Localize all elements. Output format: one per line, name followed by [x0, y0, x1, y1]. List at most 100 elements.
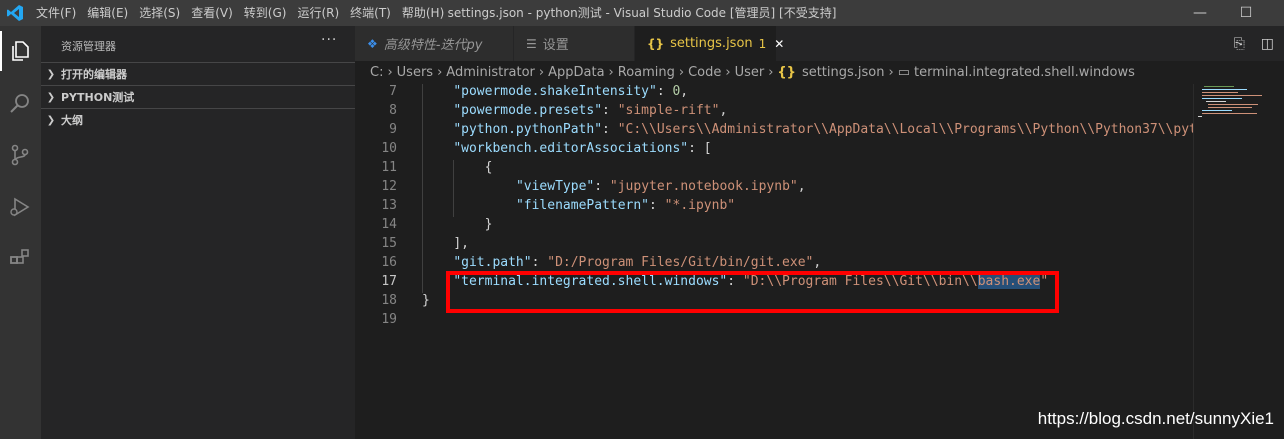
chevron-right-icon: ›	[608, 65, 614, 80]
code-token: ],	[453, 236, 469, 251]
menu-item[interactable]: 选择(S)	[139, 0, 180, 26]
chevron-right-icon: ❯	[46, 114, 56, 126]
menu-item[interactable]: 终端(T)	[350, 0, 391, 26]
tab-settings-ui[interactable]: ☰ 设置	[514, 26, 635, 61]
minimize-button[interactable]: —	[1177, 0, 1223, 26]
code-token: "C:\\Users\\Administrator\\AppData\\Loca…	[617, 122, 1193, 137]
code-text: "powermode.shakeIntensity": 0,	[453, 84, 688, 101]
code-line[interactable]: 16 "git.path": "D:/Program Files/Git/bin/…	[355, 253, 1193, 272]
extensions-icon[interactable]	[5, 244, 35, 274]
code-line[interactable]: 13 "filenamePattern": "*.ipynb"	[355, 196, 1193, 215]
problem-count-badge: 1	[758, 36, 767, 51]
code-token: "powermode.presets"	[453, 103, 603, 118]
code-text: "workbench.editorAssociations": [	[453, 139, 711, 158]
code-token: "viewType"	[515, 179, 595, 194]
code-line[interactable]: 11 {	[355, 158, 1193, 177]
annotation-highlight-box	[446, 271, 1059, 313]
chevron-right-icon: ›	[538, 65, 545, 80]
line-number: 15	[381, 236, 397, 251]
code-token: "workbench.editorAssociations"	[453, 141, 689, 156]
more-actions-icon[interactable]: ···	[321, 32, 337, 48]
code-text: "viewType": "jupyter.notebook.ipynb",	[516, 177, 806, 196]
code-text: "git.path": "D:/Program Files/Git/bin/gi…	[453, 253, 821, 272]
code-line[interactable]: 15],	[355, 234, 1193, 253]
menu-bar: 文件(F) 编辑(E) 选择(S) 查看(V) 转到(G) 运行(R) 终端(T) 帮助(H)	[36, 0, 455, 26]
code-token: "*.ipynb"	[664, 198, 736, 213]
code-text: {	[485, 158, 493, 177]
minimap-preview	[1198, 86, 1262, 117]
code-token: :	[594, 179, 610, 194]
code-line[interactable]: 8 "powermode.presets": "simple-rift",	[355, 101, 1193, 120]
menu-item[interactable]: 转到(G)	[244, 0, 287, 26]
breadcrumb-item[interactable]: Code	[688, 65, 721, 80]
menu-item[interactable]: 文件(F)	[36, 0, 76, 26]
source-control-icon[interactable]	[5, 140, 35, 170]
line-number: 19	[381, 312, 397, 327]
explorer-sidebar: 资源管理器 ··· ❯ 打开的编辑器 ❯ PYTHON测试 ❯ 大纲	[41, 26, 355, 439]
breadcrumb-item[interactable]: C:	[370, 65, 383, 80]
line-number: 7	[389, 84, 397, 99]
section-open-editors[interactable]: ❯ 打开的编辑器	[41, 62, 355, 85]
code-token: "python.pythonPath"	[453, 122, 603, 137]
code-line[interactable]: 7 "powermode.shakeIntensity": 0,	[355, 84, 1193, 101]
code-token: "jupyter.notebook.ipynb"	[609, 179, 798, 194]
minimap[interactable]	[1193, 84, 1284, 439]
chevron-right-icon: ›	[678, 65, 685, 80]
breadcrumb: C: › Users › Administrator › AppData › Roaming › C…	[355, 61, 1284, 84]
code-line[interactable]: 12 "viewType": "jupyter.notebook.ipynb",	[355, 177, 1193, 196]
code-token: ,	[680, 84, 689, 99]
split-editor-icon[interactable]: ◫	[1261, 36, 1274, 52]
explorer-icon[interactable]	[0, 31, 35, 71]
breadcrumb-item[interactable]: User	[735, 65, 765, 80]
code-text: ],	[453, 234, 469, 253]
tab-settings-json[interactable]: {} settings.json 1 ✕	[635, 26, 784, 61]
section-label: 大纲	[61, 114, 83, 127]
python-file-icon: ❖	[367, 36, 378, 51]
breadcrumb-item[interactable]: Administrator	[446, 65, 535, 80]
code-line[interactable]: 10 "workbench.editorAssociations": [	[355, 139, 1193, 158]
tab-label: 设置	[542, 38, 569, 53]
menu-item[interactable]: 运行(R)	[297, 0, 339, 26]
maximize-button[interactable]: ☐	[1223, 0, 1269, 26]
breadcrumb-item[interactable]: Roaming	[618, 65, 675, 80]
menu-item[interactable]: 帮助(H)	[402, 0, 444, 26]
code-token: ,	[797, 179, 806, 194]
string-property-icon: ▭	[897, 65, 910, 80]
code-line[interactable]: 9 "python.pythonPath": "C:\\Users\\Admini…	[355, 120, 1193, 139]
breadcrumb-item[interactable]: terminal.integrated.shell.windows	[914, 65, 1135, 80]
line-number: 16	[381, 255, 397, 270]
section-workspace[interactable]: ❯ PYTHON测试	[41, 85, 355, 108]
code-token: [	[703, 141, 712, 156]
chevron-right-icon: ›	[768, 65, 774, 80]
code-token: :	[656, 84, 673, 99]
menu-item[interactable]: 编辑(E)	[87, 0, 128, 26]
title-bar: 文件(F) 编辑(E) 选择(S) 查看(V) 转到(G) 运行(R) 终端(T) 帮助(H)…	[0, 0, 1284, 26]
code-token: "D:/Program Files/Git/bin/git.exe"	[547, 255, 814, 270]
breadcrumb-item[interactable]: AppData	[548, 65, 604, 80]
code-token: "powermode.shakeIntensity"	[453, 84, 657, 99]
line-number: 17	[381, 274, 397, 289]
code-line[interactable]: 14}	[355, 215, 1193, 234]
code-token: ,	[719, 103, 728, 118]
breadcrumb-item[interactable]: Users	[397, 65, 433, 80]
close-tab-icon[interactable]: ✕	[774, 37, 784, 51]
json-braces-icon: {}	[647, 36, 665, 51]
code-text: }	[485, 215, 493, 234]
code-token: "simple-rift"	[617, 103, 720, 118]
line-number: 9	[389, 122, 397, 137]
menu-item[interactable]: 查看(V)	[191, 0, 233, 26]
watermark: https://blog.csdn.net/sunnyXie1	[1037, 409, 1274, 428]
open-settings-ui-icon[interactable]: ⎘	[1234, 36, 1245, 52]
tab-python-file[interactable]: ❖ 高级特性-迭代py	[355, 26, 514, 61]
tab-bar: ❖ 高级特性-迭代py ☰ 设置 {} settings.json 1 ✕ ⎘ …	[355, 26, 1284, 61]
tab-label: settings.json	[670, 36, 753, 51]
code-editor[interactable]: 7 "powermode.shakeIntensity": 0, 8 "powermo…	[355, 84, 1193, 439]
code-text: }	[422, 291, 430, 310]
run-debug-icon[interactable]	[5, 192, 35, 222]
section-outline[interactable]: ❯ 大纲	[41, 108, 355, 131]
code-token: "git.path"	[453, 255, 532, 270]
search-icon[interactable]	[5, 88, 35, 118]
code-text: "powermode.presets": "simple-rift",	[453, 101, 727, 120]
code-token: :	[602, 122, 618, 137]
breadcrumb-item[interactable]: settings.json	[802, 65, 885, 80]
